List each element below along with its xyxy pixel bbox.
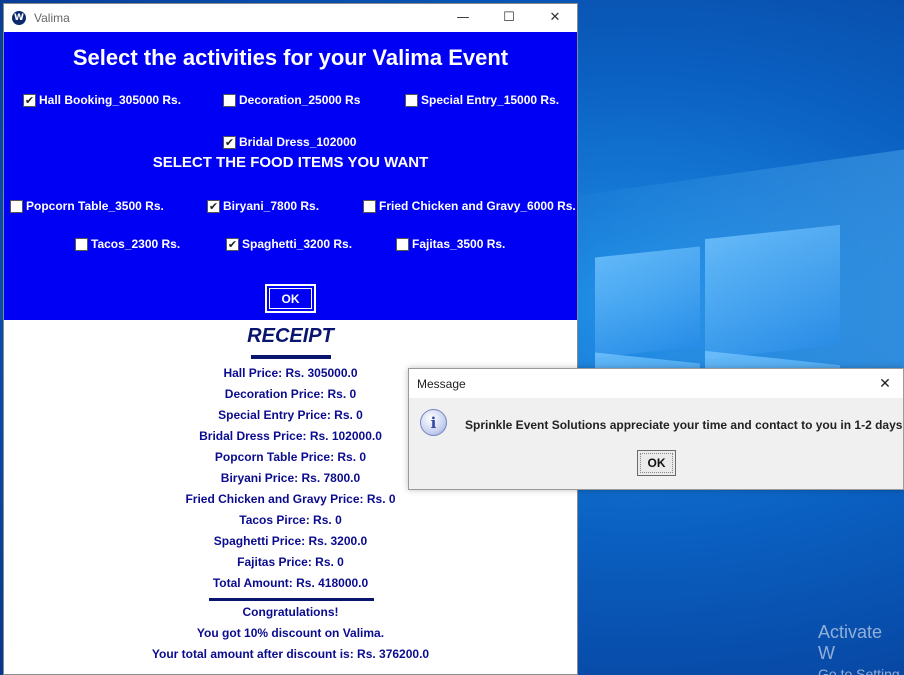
receipt-title-underline (251, 355, 331, 359)
receipt-total: Total Amount: Rs. 418000.0 (212, 576, 369, 590)
dialog-ok-button[interactable]: OK (637, 450, 676, 476)
checkbox-hall-booking[interactable]: ✔ Hall Booking_305000 Rs. (23, 93, 181, 107)
checkbox-label: Popcorn Table_3500 Rs. (26, 199, 164, 213)
windows-logo-pane-top-left (595, 246, 700, 358)
dialog-titlebar[interactable]: Message ✕ (409, 369, 903, 398)
window-title: Valima (34, 10, 70, 25)
checkbox-label: Special Entry_15000 Rs. (421, 93, 560, 107)
window-titlebar[interactable]: W Valima — ☐ ✕ (4, 4, 577, 31)
receipt-line-fried-chicken: Fried Chicken and Gravy Price: Rs. 0 (185, 492, 396, 506)
receipt-line-spaghetti: Spaghetti Price: Rs. 3200.0 (213, 534, 368, 548)
checkbox-box[interactable]: ✔ (23, 93, 36, 107)
checkbox-decoration[interactable]: Decoration_25000 Rs (223, 93, 360, 107)
checkbox-box[interactable] (405, 93, 418, 107)
checkbox-label: Fajitas_3500 Rs. (412, 237, 506, 251)
checkbox-box[interactable] (75, 237, 88, 251)
selection-panel: Select the activities for your Valima Ev… (4, 32, 577, 320)
ok-button[interactable]: OK (265, 284, 316, 313)
receipt-title: RECEIPT (247, 325, 334, 347)
windows-logo-pane-top-right (705, 224, 840, 360)
minimize-button[interactable]: — (440, 4, 486, 31)
checkbox-label: Biryani_7800 Rs. (223, 199, 320, 213)
message-dialog: Message ✕ i Sprinkle Event Solutions app… (408, 368, 904, 490)
checkbox-label: Bridal Dress_102000 (239, 135, 357, 149)
congratulations-text: Congratulations! (242, 605, 339, 619)
dialog-close-button[interactable]: ✕ (873, 369, 897, 398)
watermark-line-1: Activate W (818, 622, 883, 663)
discount-text: You got 10% discount on Valima. (196, 626, 385, 640)
checkbox-box[interactable] (396, 237, 409, 251)
checkbox-box[interactable] (363, 199, 376, 213)
receipt-line-tacos: Tacos Pirce: Rs. 0 (239, 513, 342, 527)
checkbox-spaghetti[interactable]: ✔ Spaghetti_3200 Rs. (226, 237, 352, 251)
watermark-line-2: Go to Setting (818, 666, 900, 675)
checkbox-box[interactable] (10, 199, 23, 213)
checkbox-special-entry[interactable]: Special Entry_15000 Rs. (405, 93, 559, 107)
info-icon: i (420, 409, 447, 436)
checkbox-label: Hall Booking_305000 Rs. (39, 93, 182, 107)
app-icon: W (12, 10, 26, 25)
total-underline (209, 598, 374, 601)
checkbox-popcorn-table[interactable]: Popcorn Table_3500 Rs. (10, 199, 164, 213)
page-title: Select the activities for your Valima Ev… (72, 45, 509, 70)
checkbox-biryani[interactable]: ✔ Biryani_7800 Rs. (207, 199, 319, 213)
checkbox-box[interactable]: ✔ (226, 237, 239, 251)
checkbox-box[interactable] (223, 93, 236, 107)
checkbox-fajitas[interactable]: Fajitas_3500 Rs. (396, 237, 505, 251)
checkbox-label: Fried Chicken and Gravy_6000 Rs. (379, 199, 576, 213)
checkbox-fried-chicken[interactable]: Fried Chicken and Gravy_6000 Rs. (363, 199, 576, 213)
food-section-heading: SELECT THE FOOD ITEMS YOU WANT (152, 154, 429, 171)
checkbox-bridal-dress[interactable]: ✔ Bridal Dress_102000 (223, 135, 356, 149)
close-button[interactable]: ✕ (532, 4, 578, 31)
discounted-total: Your total amount after discount is: Rs.… (151, 647, 430, 661)
receipt-line-fajitas: Fajitas Price: Rs. 0 (237, 555, 344, 569)
activate-windows-watermark: Activate W Go to Setting (818, 622, 904, 675)
checkbox-tacos[interactable]: Tacos_2300 Rs. (75, 237, 180, 251)
maximize-button[interactable]: ☐ (486, 4, 532, 31)
dialog-message: Sprinkle Event Solutions appreciate your… (465, 418, 903, 432)
checkbox-label: Tacos_2300 Rs. (91, 237, 181, 251)
checkbox-box[interactable]: ✔ (223, 135, 236, 149)
checkbox-box[interactable]: ✔ (207, 199, 220, 213)
valima-window: W Valima — ☐ ✕ Select the activities for… (3, 3, 578, 675)
checkbox-label: Spaghetti_3200 Rs. (242, 237, 353, 251)
dialog-title: Message (417, 376, 466, 391)
checkbox-label: Decoration_25000 Rs (239, 93, 361, 107)
